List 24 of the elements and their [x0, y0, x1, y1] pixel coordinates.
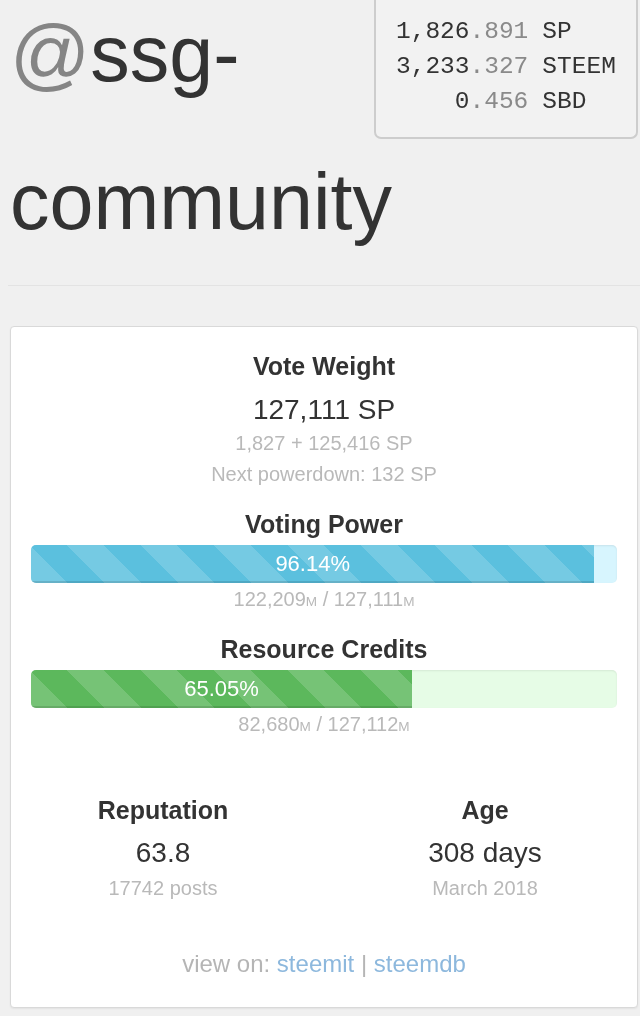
vote-weight-breakdown: 1,827 + 125,416 SP — [234, 431, 414, 456]
meter-title: Resource Credits — [219, 634, 429, 665]
next-powerdown-text: Next powerdown: 132 SP — [210, 462, 438, 487]
percent-label: 96.14% — [275, 550, 350, 578]
balance-amount: 3,233.327 — [396, 52, 529, 82]
currency-unit: STEEM — [542, 52, 616, 82]
currency-unit: SP — [542, 17, 573, 47]
stat-title: Reputation — [96, 795, 230, 826]
balance-amount: 0.456 — [453, 87, 529, 117]
section-title: Vote Weight — [251, 351, 397, 382]
stat-detail: 17742 posts — [107, 876, 219, 901]
stat-value: 63.8 — [134, 836, 192, 870]
currency-unit: SBD — [542, 87, 588, 117]
stat-detail: March 2018 — [431, 876, 539, 901]
percent-label: 65.05% — [184, 675, 259, 703]
view-on-text: view on: steemit | steemdb — [181, 949, 467, 979]
site-link[interactable]: steemdb — [373, 950, 466, 977]
stat-value: 308 days — [427, 836, 543, 870]
meter-title: Voting Power — [244, 509, 404, 540]
stat-title: Age — [460, 795, 510, 826]
vote-weight-value: 127,111 SP — [251, 393, 397, 427]
balance-amount: 1,826.891 — [396, 17, 529, 47]
site-link[interactable]: steemit — [276, 950, 355, 977]
account-name: @ssg-community — [10, 9, 392, 246]
